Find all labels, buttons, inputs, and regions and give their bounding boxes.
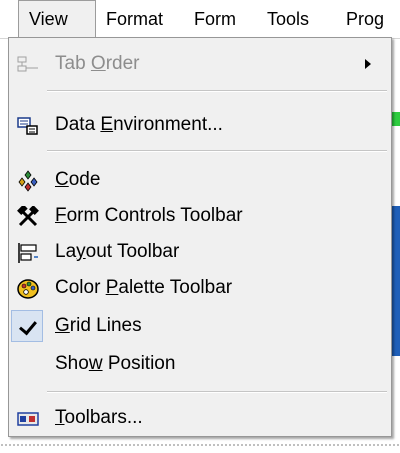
menu-form[interactable]: Form: [194, 0, 236, 37]
menu-item-grid-lines-label: Grid Lines: [55, 315, 142, 336]
window-accent-blue: [392, 206, 400, 356]
menu-view-label: View: [29, 9, 68, 29]
menu-format[interactable]: Format: [106, 0, 163, 37]
menu-program-label: Prog: [346, 9, 385, 29]
menu-item-form-controls-toolbar[interactable]: Form Controls Toolbar: [9, 198, 391, 234]
toolbars-icon: [17, 407, 39, 429]
menu-tools[interactable]: Tools: [267, 0, 309, 37]
menu-separator: [47, 391, 387, 393]
menu-item-tab-order-label: Tab Order: [55, 53, 140, 74]
color-palette-icon: [17, 277, 39, 299]
menu-item-code-label: Code: [55, 169, 101, 190]
window-accent-green: [392, 112, 400, 126]
menu-item-color-palette-toolbar-label: Color Palette Toolbar: [55, 277, 233, 298]
check-highlight-box: [11, 310, 43, 342]
data-environment-icon: [17, 114, 39, 136]
code-icon: [17, 169, 39, 192]
menu-bar: View Format Form Tools Prog: [0, 0, 400, 39]
menu-item-layout-toolbar-label: Layout Toolbar: [55, 241, 180, 262]
menu-program[interactable]: Prog: [346, 0, 384, 37]
menu-separator: [47, 90, 387, 92]
form-controls-toolbar-icon: [17, 204, 39, 227]
menu-item-toolbars-label: Toolbars...: [55, 407, 143, 428]
menu-item-tab-order[interactable]: Tab Order: [9, 46, 391, 82]
menu-item-show-position-label: Show Position: [55, 353, 176, 374]
menu-item-color-palette-toolbar[interactable]: Color Palette Toolbar: [9, 270, 391, 306]
menu-tools-label: Tools: [267, 9, 310, 29]
menu-view[interactable]: View: [18, 0, 96, 37]
window-border-dots: [0, 444, 400, 446]
menu-item-show-position[interactable]: Show Position: [9, 346, 391, 382]
menu-item-grid-lines[interactable]: Grid Lines: [9, 308, 391, 344]
view-dropdown-menu: Tab Order Data Environment... Code Form …: [8, 37, 392, 437]
menu-item-layout-toolbar[interactable]: Layout Toolbar: [9, 234, 391, 270]
menu-item-form-controls-toolbar-label: Form Controls Toolbar: [55, 205, 243, 226]
check-icon: [19, 316, 37, 336]
tab-order-icon: [17, 53, 39, 75]
menu-form-label: Form: [194, 9, 236, 29]
menu-format-label: Format: [106, 9, 164, 29]
menu-item-data-environment[interactable]: Data Environment...: [9, 107, 391, 143]
layout-toolbar-icon: [17, 241, 39, 263]
submenu-arrow-icon: [365, 59, 371, 69]
menu-item-code[interactable]: Code: [9, 162, 391, 198]
menu-item-toolbars[interactable]: Toolbars...: [9, 400, 391, 436]
menu-separator: [47, 150, 387, 152]
menu-item-data-environment-label: Data Environment...: [55, 114, 223, 135]
